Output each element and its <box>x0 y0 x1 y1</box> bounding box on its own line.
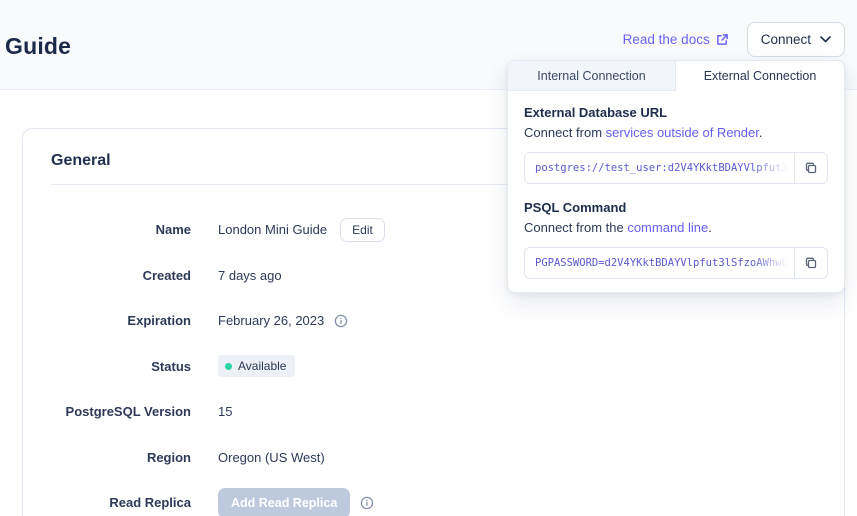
status-badge: Available <box>218 355 295 377</box>
postgresql-version-value: 15 <box>218 404 232 419</box>
connect-dropdown-panel: Internal Connection External Connection … <box>507 60 845 293</box>
chevron-down-icon <box>820 36 831 43</box>
created-value: 7 days ago <box>218 268 282 283</box>
field-row-read-replica: Read Replica Add Read Replica <box>51 480 816 516</box>
external-database-url-description: Connect from services outside of Render. <box>524 125 828 140</box>
created-label: Created <box>51 268 191 283</box>
copy-icon <box>804 161 818 175</box>
desc-text: Connect from <box>524 125 606 140</box>
psql-command-value: PGPASSWORD=d2V4YKktBDAYVlpfut3lSfzoAWhwb… <box>535 257 795 269</box>
add-read-replica-button[interactable]: Add Read Replica <box>218 488 350 516</box>
copy-external-url-button[interactable] <box>794 152 828 184</box>
external-database-url-input[interactable]: postgres://test_user:d2V4YKktBDAYVlpfut3… <box>524 152 795 184</box>
connect-button-label: Connect <box>761 32 811 47</box>
status-badge-label: Available <box>238 359 286 373</box>
psql-command-input[interactable]: PGPASSWORD=d2V4YKktBDAYVlpfut3lSfzoAWhwb… <box>524 247 795 279</box>
external-database-url-group: postgres://test_user:d2V4YKktBDAYVlpfut3… <box>524 152 828 184</box>
header-actions: Read the docs Connect <box>623 22 845 57</box>
command-line-link[interactable]: command line <box>627 220 708 235</box>
status-available-dot-icon <box>225 363 232 370</box>
tab-external-connection[interactable]: External Connection <box>676 61 844 91</box>
expiration-info-icon[interactable] <box>334 314 348 328</box>
connection-tabs: Internal Connection External Connection <box>508 61 844 91</box>
field-row-postgresql-version: PostgreSQL Version 15 <box>51 389 816 435</box>
field-row-expiration: Expiration February 26, 2023 <box>51 298 816 344</box>
read-the-docs-link[interactable]: Read the docs <box>623 32 729 47</box>
psql-command-heading: PSQL Command <box>524 200 828 215</box>
read-the-docs-label: Read the docs <box>623 32 710 47</box>
region-value: Oregon (US West) <box>218 450 325 465</box>
desc-text: Connect from the <box>524 220 627 235</box>
edit-name-button[interactable]: Edit <box>340 218 385 242</box>
psql-command-description: Connect from the command line. <box>524 220 828 235</box>
external-database-url-heading: External Database URL <box>524 105 828 120</box>
status-label: Status <box>51 359 191 374</box>
field-row-status: Status Available <box>51 344 816 390</box>
connect-button[interactable]: Connect <box>747 22 845 57</box>
field-row-region: Region Oregon (US West) <box>51 435 816 481</box>
region-label: Region <box>51 450 191 465</box>
read-replica-info-icon[interactable] <box>360 496 374 510</box>
desc-text: . <box>759 125 763 140</box>
psql-command-group: PGPASSWORD=d2V4YKktBDAYVlpfut3lSfzoAWhwb… <box>524 247 828 279</box>
expiration-value: February 26, 2023 <box>218 313 324 328</box>
name-label: Name <box>51 222 191 237</box>
page-title: Guide <box>5 33 71 60</box>
expiration-label: Expiration <box>51 313 191 328</box>
desc-text: . <box>708 220 712 235</box>
external-link-icon <box>716 33 729 46</box>
external-database-url-value: postgres://test_user:d2V4YKktBDAYVlpfut3… <box>535 162 795 174</box>
external-connection-panel-body: External Database URL Connect from servi… <box>508 91 844 279</box>
services-outside-of-render-link[interactable]: services outside of Render <box>606 125 759 140</box>
read-replica-label: Read Replica <box>51 495 191 510</box>
copy-icon <box>804 256 818 270</box>
copy-psql-command-button[interactable] <box>794 247 828 279</box>
postgresql-version-label: PostgreSQL Version <box>51 404 191 419</box>
tab-internal-connection[interactable]: Internal Connection <box>508 61 676 91</box>
name-value: London Mini Guide <box>218 222 327 237</box>
